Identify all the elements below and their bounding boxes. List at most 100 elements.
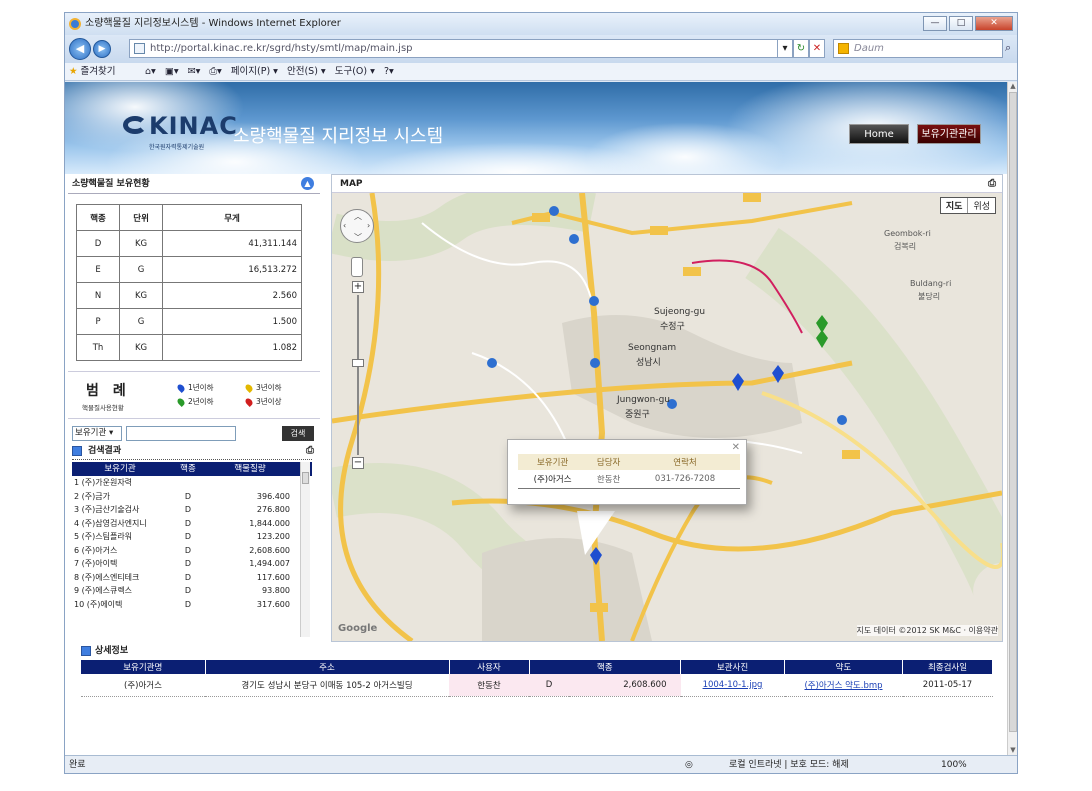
maximize-button[interactable]: □ [949,16,973,31]
forward-button[interactable]: ▶ [93,40,111,58]
page-scrollbar[interactable]: ▲ ▼ [1007,82,1017,755]
results-scrollbar[interactable] [300,462,310,637]
map-label: 수정구 [660,322,685,332]
print-icon[interactable]: ⎙▾ [209,66,221,77]
refresh-icon[interactable]: ↻ [793,39,809,58]
list-item[interactable]: 1 (주)가운원자력 [72,476,312,490]
page-content: KINAC 한국원자력통제기술원 소량핵물질 지리정보 시스템 Home 보유기… [65,82,1007,755]
list-item[interactable]: 2 (주)금가 D 396.400 [72,490,312,504]
table-row: D KG 41,311.144 [75,230,302,257]
feeds-icon[interactable]: ▣▾ [165,66,179,77]
list-item[interactable]: 4 (주)삼영검사엔지니 D 1,844.000 [72,517,312,531]
browser-window: 소량핵물질 지리정보시스템 - Windows Internet Explore… [64,12,1018,774]
dropdown-icon[interactable]: ▾ [777,39,793,58]
close-window-button[interactable]: ✕ [975,16,1013,31]
results-title: 검색결과 ⎙ [72,444,316,458]
list-item[interactable]: 10 (주)에이텍 D 317.600 [72,598,312,612]
blue-pin-icon [176,383,186,393]
zoom-slider[interactable] [352,359,364,367]
map-print-icon[interactable]: ⎙ [988,175,996,193]
list-item[interactable]: 6 (주)아거스 D 2,608.600 [72,544,312,558]
map-label: 검복리 [894,242,917,251]
map-canvas[interactable]: Sujeong-gu 수정구 Seongnam 성남시 Jungwon-gu 중… [332,193,1002,641]
list-item[interactable]: 5 (주)스팀플라워 D 123.200 [72,530,312,544]
map-label: Jungwon-gu [617,395,671,405]
help-icon[interactable]: ?▾ [384,66,394,77]
address-bar: ◀ ▶ http://portal.kinac.re.kr/sgrd/hsty/… [65,35,1017,63]
info-popup: ✕ 보유기관 담당자 연락처 (주)아거스 한동찬 031-726-7208 [507,439,747,505]
detail-title: 상세정보 [81,644,1003,658]
window-title: 소량핵물질 지리정보시스템 - Windows Internet Explore… [85,18,341,29]
favorites-button[interactable]: 즐겨찾기 [81,66,116,77]
map-type-toggle: 지도 위성 [939,197,996,214]
table-row: E G 16,513.272 [75,256,302,283]
pegman-icon[interactable] [351,257,363,277]
search-button[interactable]: 검색 [282,426,314,441]
map-copyright[interactable]: 지도 데이터 ©2012 SK M&C · 이용약관 [856,625,998,636]
results-list: 보유기관 핵종 핵물질량 1 (주)가운원자력 2 (주)금가 D 396.400 3 … [72,459,312,637]
popup-close-icon[interactable]: ✕ [732,442,740,453]
search-type-select[interactable]: 보유기관 ▾ [72,426,122,441]
globe-icon: ◎ [685,760,693,770]
daum-logo-icon [838,43,849,54]
kinac-logo[interactable]: KINAC 한국원자력통제기술원 [123,112,237,154]
map-label: 불당리 [918,292,941,301]
back-button[interactable]: ◀ [69,38,91,60]
site-header: KINAC 한국원자력통제기술원 소량핵물질 지리정보 시스템 Home 보유기… [65,82,1007,174]
map-sketch-link[interactable]: (주)아거스 약도.bmp [804,681,882,691]
url-field[interactable]: http://portal.kinac.re.kr/sgrd/hsty/smtl… [129,39,781,58]
list-item[interactable]: 3 (주)금산기술검사 D 276.800 [72,503,312,517]
system-title: 소량핵물질 지리정보 시스템 [233,126,444,147]
ie-icon [69,18,81,30]
zoom-level[interactable]: 100% [941,756,967,773]
favorites-bar: ★ 즐겨찾기 ⌂▾ ▣▾ ✉▾ ⎙▾ 페이지(P) ▾ 안전(S) ▾ 도구(O)… [65,63,1017,81]
map-label: Geombok-ri [884,229,931,238]
search-icon[interactable]: ⌕ [1005,41,1011,55]
home-icon[interactable]: ⌂▾ [145,66,156,77]
search-input[interactable]: Daum [833,39,1003,58]
home-button[interactable]: Home [849,124,909,144]
manage-orgs-button[interactable]: 보유기관관리 [917,124,981,144]
star-icon: ★ [69,66,78,77]
list-item[interactable]: 9 (주)에스큐렉스 D 93.800 [72,584,312,598]
legend: 범례 핵물질사용현황 1년이하 2년이하 3년이하 3년이상 [68,371,320,419]
popup-tail [577,511,615,555]
minimize-button[interactable]: — [923,16,947,31]
list-item[interactable]: 8 (주)에스엔티테크 D 117.600 [72,571,312,585]
table-row: Th KG 1.082 [75,334,302,361]
print-icon[interactable]: ⎙ [306,444,314,458]
map-zoom-control: ︿ ﹀ ‹ › + − [340,209,374,469]
inventory-title: 소량핵물질 보유현황 ▲ [68,174,320,194]
table-row: N KG 2.560 [75,282,302,309]
yellow-pin-icon [244,383,254,393]
list-item[interactable]: 7 (주)아이텍 D 1,494.007 [72,557,312,571]
map-roads [332,193,1002,641]
map-type-map-button[interactable]: 지도 [941,198,969,213]
pan-control[interactable]: ︿ ﹀ ‹ › [340,209,374,243]
zoom-in-button[interactable]: + [352,281,364,293]
map-label: Buldang-ri [910,279,952,288]
page-menu[interactable]: 페이지(P) ▾ [231,66,278,77]
mail-icon[interactable]: ✉▾ [188,66,201,77]
green-pin-icon [176,397,186,407]
map-label: Sujeong-gu [654,307,706,317]
status-bar: 완료 ◎ 로컬 인트라넷 | 보호 모드: 해제 100% [65,755,1017,773]
collapse-icon[interactable]: ▲ [301,177,314,190]
map-type-satellite-button[interactable]: 위성 [968,198,995,213]
inventory-table: 핵종 단위 무게 D KG 41,311.144 E G 16,513.272 N KG 2.5… [75,204,302,361]
stop-icon[interactable]: ✕ [809,39,825,58]
photo-link[interactable]: 1004-10-1.jpg [703,680,763,690]
search-keyword-input[interactable] [126,426,236,441]
map-label: 성남시 [636,358,661,368]
red-pin-icon [244,397,254,407]
title-bar: 소량핵물질 지리정보시스템 - Windows Internet Explore… [65,13,1017,35]
map-title: MAP ⎙ [332,175,1002,193]
section-icon [72,446,82,456]
tools-menu[interactable]: 도구(O) ▾ [335,66,375,77]
map-panel: MAP ⎙ Sujeong-gu 수정구 Seongnam 성남시 Jungwo… [331,174,1003,642]
table-row: P G 1.500 [75,308,302,335]
safety-menu[interactable]: 안전(S) ▾ [287,66,326,77]
table-row: (주)아거스 경기도 성남시 분당구 이매동 105-2 아거스빌딩 한동찬 D… [81,674,993,697]
zoom-out-button[interactable]: − [352,457,364,469]
google-logo: Google [338,623,378,634]
